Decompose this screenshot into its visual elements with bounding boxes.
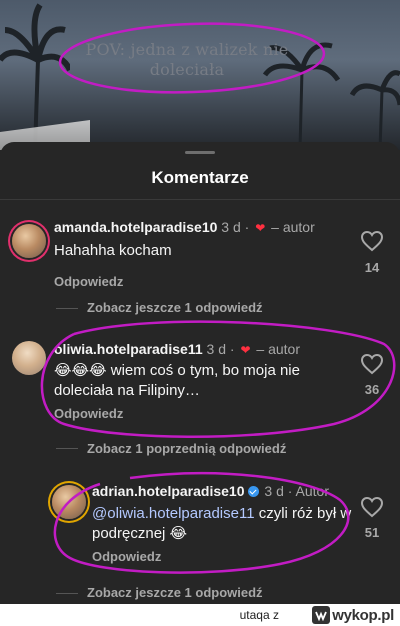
comment-username[interactable]: oliwia.hotelparadise11 — [54, 341, 203, 357]
like-count: 51 — [364, 525, 380, 540]
like-heart-icon[interactable] — [360, 353, 384, 375]
author-tag: – autor — [271, 219, 315, 235]
author-liked-heart-icon: ❤ — [255, 221, 266, 235]
sheet-divider — [0, 199, 400, 200]
mention-link[interactable]: @oliwia.hotelparadise11 — [92, 505, 255, 522]
author-tag: Autor — [295, 483, 330, 499]
like-heart-icon[interactable] — [360, 496, 384, 518]
comment-text: 😂😂😂 wiem coś o tym, bo moja nie doleciał… — [54, 362, 300, 399]
footer-username: utaqa z — [239, 608, 279, 622]
reply-button[interactable]: Odpowiedz — [54, 406, 123, 421]
view-more-replies-link[interactable]: Zobacz jeszcze 1 odpowiedź — [87, 300, 263, 315]
comment-username[interactable]: adrian.hotelparadise10 — [92, 483, 245, 499]
comment-time: 3 d — [206, 341, 226, 357]
view-previous-replies-link[interactable]: Zobacz 1 poprzednią odpowiedź — [87, 441, 286, 456]
video-background: POV: jedna z walizek nie doleciała — [0, 0, 400, 150]
comment-meta: adrian.hotelparadise10 3 d · Autor — [92, 483, 330, 499]
like-count: 36 — [364, 382, 380, 397]
sheet-title: Komentarze — [151, 168, 249, 187]
replies-divider — [56, 593, 78, 594]
avatar[interactable] — [52, 485, 86, 519]
comment-username[interactable]: amanda.hotelparadise10 — [54, 219, 217, 235]
comment-time: 3 d — [221, 219, 241, 235]
wykop-logo: wykop.pl — [312, 606, 394, 624]
like-heart-icon[interactable] — [360, 230, 384, 252]
author-tag: – autor — [256, 341, 300, 357]
avatar[interactable] — [12, 224, 46, 258]
sheet-grab-handle[interactable] — [185, 151, 215, 154]
comment-text: Hahahha kocham — [54, 242, 172, 259]
verified-badge-icon — [247, 486, 259, 497]
comment-meta: amanda.hotelparadise10 3 d · ❤ – autor — [54, 219, 315, 235]
avatar[interactable] — [12, 341, 46, 375]
comment-time: 3 d — [264, 483, 284, 499]
reply-button[interactable]: Odpowiedz — [92, 549, 161, 564]
author-liked-heart-icon: ❤ — [240, 343, 251, 357]
watermark-footer: utaqa z wykop.pl — [0, 604, 400, 626]
annotation-circle-overlay — [58, 22, 326, 94]
replies-divider — [56, 448, 78, 449]
comment-text: @oliwia.hotelparadise11 czyli róż był w … — [92, 504, 360, 544]
like-count: 14 — [364, 260, 380, 275]
replies-divider — [56, 308, 78, 309]
view-more-replies-link[interactable]: Zobacz jeszcze 1 odpowiedź — [87, 585, 263, 600]
comments-sheet: Komentarze amanda.hotelparadise10 3 d · … — [0, 142, 400, 604]
comment-meta: oliwia.hotelparadise11 3 d · ❤ – autor — [54, 341, 300, 357]
palm-tree-far-right-image — [350, 70, 400, 150]
reply-button[interactable]: Odpowiedz — [54, 274, 123, 289]
wykop-logo-text: wykop.pl — [332, 606, 394, 624]
wykop-logo-icon — [312, 606, 331, 624]
